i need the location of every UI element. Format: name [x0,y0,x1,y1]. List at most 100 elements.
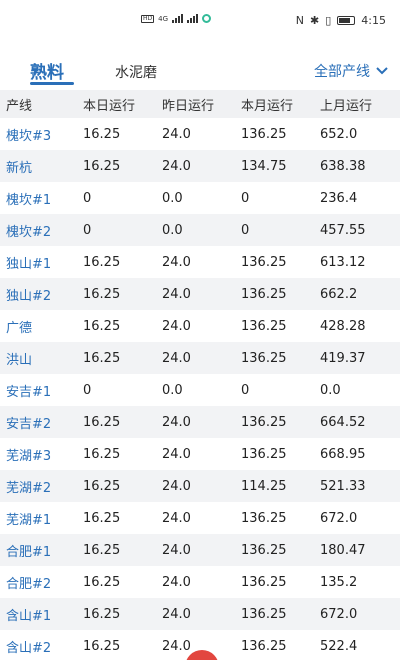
signal-icon-2 [187,14,199,23]
line-name-link[interactable]: 含山#1 [0,605,77,624]
chevron-down-icon [376,67,388,75]
table-cell: 0 [241,222,250,238]
table-cell: 521.33 [320,478,366,494]
line-name-link[interactable]: 独山#2 [0,285,77,304]
table-row[interactable]: 安吉#2 16.25 24.0 136.25 664.52 [0,406,400,438]
table-row[interactable]: 新杭 16.25 24.0 134.75 638.38 [0,150,400,182]
tab-cement-mill[interactable]: 水泥磨 [115,62,157,82]
table-cell: 16.25 [83,254,121,270]
line-name-link[interactable]: 槐坎#1 [0,189,77,208]
table-cell: 16.25 [83,126,121,142]
table-cell: 16.25 [83,318,121,334]
line-name-link[interactable]: 新杭 [0,157,77,176]
table-cell: 16.25 [83,158,121,174]
status-bar: HD 4G N ✱ ▯ 4:15 [0,0,400,46]
table-row[interactable]: 洪山 16.25 24.0 136.25 419.37 [0,342,400,374]
line-name-link[interactable]: 槐坎#2 [0,221,77,240]
filter-label: 全部产线 [314,64,370,80]
table-cell: 16.25 [83,542,121,558]
table-cell: 16.25 [83,606,121,622]
table-cell: 136.25 [241,318,287,334]
table-cell: 136.25 [241,574,287,590]
line-name-link[interactable]: 芜湖#1 [0,509,77,528]
table-cell: 428.28 [320,318,366,334]
table-cell: 638.38 [320,158,366,174]
line-name-link[interactable]: 洪山 [0,349,77,368]
line-name-link[interactable]: 芜湖#2 [0,477,77,496]
table-cell: 16.25 [83,414,121,430]
table-cell: 16.25 [83,574,121,590]
table-cell: 24.0 [162,606,191,622]
table-cell: 0 [83,382,92,398]
table-cell: 180.47 [320,542,366,558]
line-name-link[interactable]: 安吉#2 [0,413,77,432]
table-cell: 24.0 [162,286,191,302]
table-cell: 24.0 [162,574,191,590]
network-label: 4G [158,14,169,23]
table-row[interactable]: 安吉#1 0 0.0 0 0.0 [0,374,400,406]
table-cell: 24.0 [162,510,191,526]
battery-icon [337,16,356,25]
table-row[interactable]: 槐坎#2 0 0.0 0 457.55 [0,214,400,246]
table-row[interactable]: 广德 16.25 24.0 136.25 428.28 [0,310,400,342]
table-row[interactable]: 芜湖#2 16.25 24.0 114.25 521.33 [0,470,400,502]
signal-icon [172,14,184,23]
line-name-link[interactable]: 槐坎#3 [0,125,77,144]
table-cell: 136.25 [241,638,287,654]
table-cell: 16.25 [83,286,121,302]
table-cell: 24.0 [162,350,191,366]
table-cell: 24.0 [162,446,191,462]
line-name-link[interactable]: 合肥#2 [0,573,77,592]
table-row[interactable]: 独山#1 16.25 24.0 136.25 613.12 [0,246,400,278]
table-cell: 668.95 [320,446,366,462]
table-cell: 0 [241,382,250,398]
line-name-link[interactable]: 含山#2 [0,637,77,656]
table-cell: 136.25 [241,446,287,462]
table-row[interactable]: 芜湖#1 16.25 24.0 136.25 672.0 [0,502,400,534]
table-cell: 136.25 [241,350,287,366]
table-row[interactable]: 含山#1 16.25 24.0 136.25 672.0 [0,598,400,630]
line-name-link[interactable]: 安吉#1 [0,381,77,400]
table-cell: 0.0 [162,190,183,206]
table-row[interactable]: 芜湖#3 16.25 24.0 136.25 668.95 [0,438,400,470]
table-row[interactable]: 独山#2 16.25 24.0 136.25 662.2 [0,278,400,310]
hd-icon: HD [141,14,155,23]
table-cell: 236.4 [320,190,358,206]
tab-indicator [30,82,74,85]
table-row[interactable]: 槐坎#1 0 0.0 0 236.4 [0,182,400,214]
table-cell: 135.2 [320,574,358,590]
line-name-link[interactable]: 广德 [0,317,77,336]
production-line-filter[interactable]: 全部产线 [314,61,388,81]
table-cell: 0.0 [162,382,183,398]
table-cell: 0 [83,190,92,206]
table-cell: 136.25 [241,126,287,142]
column-header: 上月运行 [320,98,373,114]
table-cell: 136.25 [241,414,287,430]
table-row[interactable]: 槐坎#3 16.25 24.0 136.25 652.0 [0,118,400,150]
table-cell: 16.25 [83,638,121,654]
top-nav: 熟料 水泥磨 全部产线 [0,48,400,94]
table-header: 产线 本日运行 昨日运行 本月运行 上月运行 [0,90,400,118]
clock: 4:15 [361,14,386,27]
table-row[interactable]: 合肥#1 16.25 24.0 136.25 180.47 [0,534,400,566]
table-cell: 136.25 [241,606,287,622]
status-right-icons: N ✱ ▯ 4:15 [296,14,386,27]
column-header: 本日运行 [83,98,136,114]
table-cell: 114.25 [241,478,287,494]
table-cell: 652.0 [320,126,358,142]
table-cell: 16.25 [83,350,121,366]
table-cell: 134.75 [241,158,287,174]
table-cell: 24.0 [162,158,191,174]
column-header: 产线 [6,98,33,114]
table-cell: 24.0 [162,254,191,270]
line-name-link[interactable]: 合肥#1 [0,541,77,560]
line-name-link[interactable]: 芜湖#3 [0,445,77,464]
line-name-link[interactable]: 独山#1 [0,253,77,272]
tab-clinker[interactable]: 熟料 [30,58,64,83]
status-left-icons: HD 4G [141,14,212,23]
table-row[interactable]: 合肥#2 16.25 24.0 136.25 135.2 [0,566,400,598]
table-cell: 672.0 [320,510,358,526]
app-notification-icon [202,14,212,23]
column-header: 昨日运行 [162,98,215,114]
table-cell: 16.25 [83,478,121,494]
